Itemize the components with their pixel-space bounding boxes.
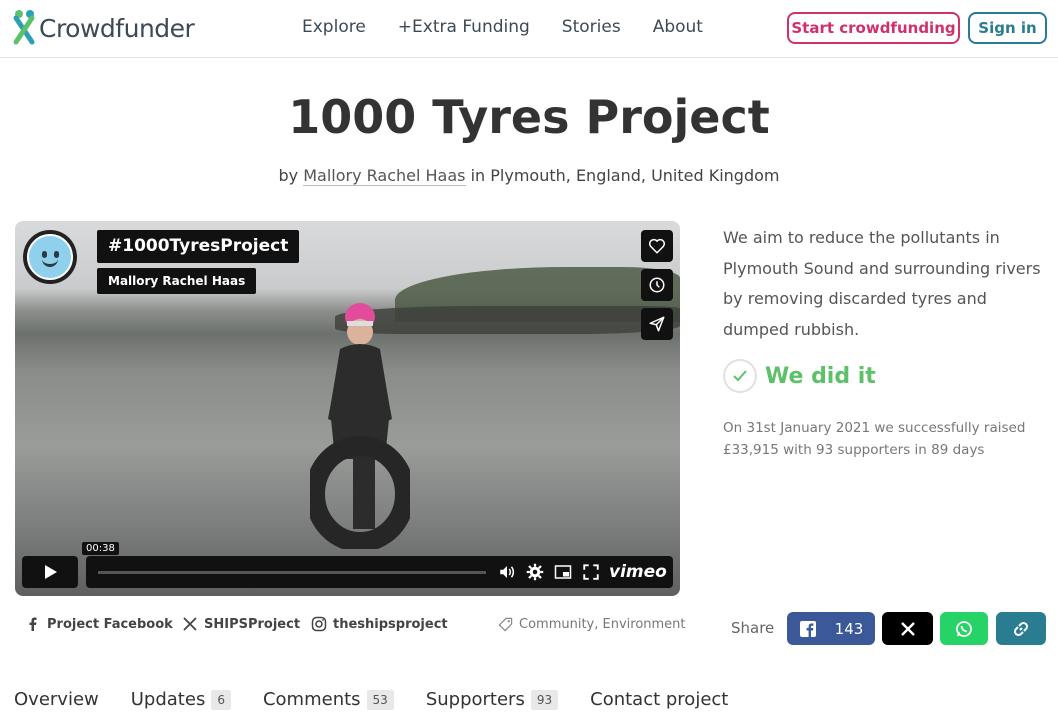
tab-label: Contact project [590, 689, 729, 710]
instagram-icon [311, 616, 327, 632]
crowdfunder-logo-icon [13, 10, 35, 45]
creator-avatar[interactable] [23, 230, 77, 284]
project-tabs: Overview Updates 6 Comments 53 Supporter… [14, 689, 760, 710]
play-icon [45, 565, 57, 579]
project-location: Plymouth, England, United Kingdom [490, 166, 780, 185]
byline-prefix: by [278, 166, 299, 185]
x-link-label: SHIPSProject [204, 616, 301, 632]
main-nav: Explore +Extra Funding Stories About [302, 17, 735, 37]
instagram-link[interactable]: theshipsproject [311, 616, 448, 632]
heart-icon [648, 238, 666, 254]
success-status: We did it [723, 359, 876, 393]
check-circle-icon [723, 359, 757, 393]
project-title: 1000 Tyres Project [288, 90, 770, 144]
facebook-icon [799, 620, 816, 637]
nav-stories[interactable]: Stories [562, 17, 621, 37]
video-title[interactable]: #1000TyresProject [97, 230, 300, 263]
location-prefix: in [470, 166, 486, 185]
video-timestamp: 00:38 [82, 542, 119, 555]
funding-summary: On 31st January 2021 we successfully rai… [723, 420, 1026, 458]
video-author[interactable]: Mallory Rachel Haas [97, 268, 257, 294]
vimeo-logo[interactable]: vimeo [609, 562, 667, 582]
facebook-icon [29, 617, 37, 631]
x-link[interactable]: SHIPSProject [182, 616, 300, 632]
share-whatsapp-button[interactable] [940, 612, 988, 645]
tab-overview[interactable]: Overview [14, 689, 99, 710]
crowdfunder-logo[interactable]: Crowdfunder [10, 8, 195, 48]
facebook-link-label: Project Facebook [47, 616, 173, 632]
smiley-face-icon [27, 234, 73, 280]
video-progress-bar[interactable] [98, 571, 486, 574]
facebook-link[interactable]: Project Facebook [25, 616, 173, 632]
tab-contact-project[interactable]: Contact project [590, 689, 728, 710]
tab-label: Supporters [425, 689, 525, 710]
start-crowdfunding-button[interactable]: Start crowdfunding [787, 12, 960, 44]
pip-icon [554, 565, 572, 579]
tab-label: Overview [14, 689, 99, 710]
video-scene-swimmer [310, 303, 410, 549]
settings-button[interactable] [526, 563, 544, 581]
watch-later-button[interactable] [641, 269, 673, 301]
tab-count-badge: 6 [211, 689, 231, 710]
x-icon [183, 617, 197, 631]
share-video-button[interactable] [641, 308, 673, 340]
pip-button[interactable] [554, 563, 572, 581]
tab-label: Comments [262, 689, 361, 710]
fullscreen-icon [583, 564, 599, 580]
tab-count-badge: 93 [530, 689, 559, 710]
x-icon [900, 621, 915, 636]
instagram-link-label: theshipsproject [333, 616, 448, 632]
logo-text: Crowdfunder [39, 13, 195, 43]
play-button[interactable] [22, 556, 78, 588]
share-x-button[interactable] [882, 612, 933, 645]
site-header: Crowdfunder Explore +Extra Funding Stori… [0, 0, 1058, 58]
nav-explore[interactable]: Explore [302, 17, 366, 37]
nav-extra-funding[interactable]: +Extra Funding [398, 17, 530, 37]
project-tags[interactable]: Community, Environment [498, 617, 686, 632]
volume-button[interactable] [498, 563, 516, 581]
success-label: We did it [765, 363, 876, 389]
whatsapp-icon [956, 620, 972, 637]
sign-in-button[interactable]: Sign in [968, 12, 1047, 44]
share-facebook-button[interactable]: 143 [787, 612, 875, 645]
settings-icon [526, 563, 544, 581]
project-author-link[interactable]: Mallory Rachel Haas [303, 166, 466, 186]
tab-comments[interactable]: Comments 53 [263, 689, 394, 710]
tab-updates[interactable]: Updates 6 [131, 689, 231, 710]
tab-label: Updates [130, 689, 206, 710]
project-description: We aim to reduce the pollutants in Plymo… [723, 228, 1041, 339]
link-icon [1013, 621, 1029, 636]
tag-icon [498, 617, 513, 632]
video-controls: vimeo [86, 556, 673, 588]
clock-icon [649, 277, 665, 293]
share-plane-icon [649, 316, 665, 332]
volume-icon [500, 566, 515, 578]
like-button[interactable] [641, 230, 673, 262]
copy-link-button[interactable] [996, 612, 1046, 645]
nav-about[interactable]: About [653, 17, 703, 37]
tab-count-badge: 53 [366, 689, 394, 710]
tab-supporters[interactable]: Supporters 93 [425, 689, 559, 710]
share-label: Share [731, 619, 775, 637]
fullscreen-button[interactable] [582, 563, 600, 581]
video-player[interactable]: #1000TyresProject Mallory Rachel Haas 00… [15, 221, 680, 596]
project-tags-label: Community, Environment [519, 617, 686, 632]
project-byline: by Mallory Rachel Haas in Plymouth, Engl… [0, 166, 1058, 186]
facebook-share-count: 143 [834, 619, 864, 638]
